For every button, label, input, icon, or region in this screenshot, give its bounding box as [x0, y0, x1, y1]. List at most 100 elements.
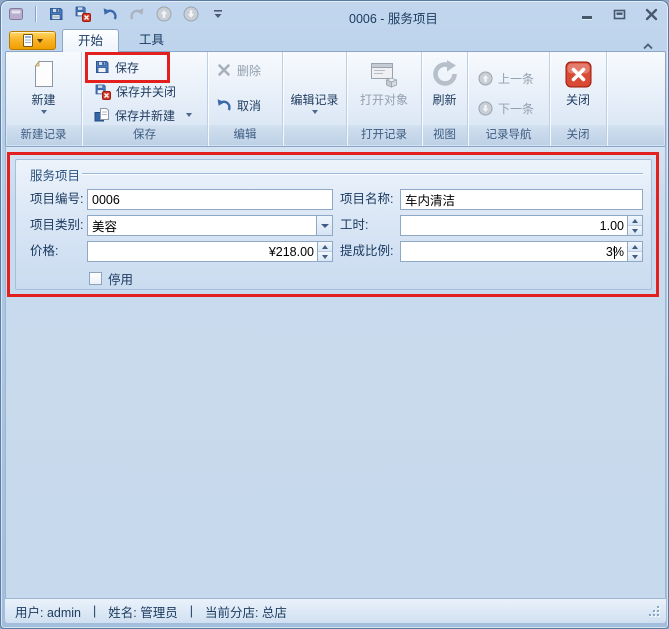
chevron-down-icon — [186, 113, 192, 117]
status-bar: 用户: admin | 姓名: 管理员 | 当前分店: 总店 — [5, 598, 666, 623]
down-circle-icon — [478, 101, 493, 116]
spin-up-icon — [632, 219, 638, 223]
delete-button-label: 删除 — [237, 62, 261, 79]
item-name-input[interactable] — [401, 190, 642, 209]
ribbon: 新建 新建记录 保存 保存并关闭 保存并新建 — [5, 51, 666, 147]
group-label-new-record: 新建记录 — [6, 127, 81, 144]
hours-input[interactable] — [401, 216, 627, 235]
tab-start[interactable]: 开始 — [62, 29, 119, 52]
category-dropdown-button[interactable] — [316, 216, 332, 235]
ribbon-group-new-record: 新建 新建记录 — [6, 52, 82, 146]
ribbon-group-save: 保存 保存并关闭 保存并新建 保存 — [82, 52, 208, 146]
application-menu-button[interactable] — [9, 31, 56, 50]
group-label-record-navigation: 记录导航 — [468, 127, 549, 144]
status-separator: | — [93, 604, 96, 618]
next-record-button[interactable]: 下一条 — [478, 97, 549, 119]
next-record-label: 下一条 — [498, 100, 534, 117]
group-label-view: 视图 — [422, 127, 467, 144]
save-and-new-button[interactable]: 保存并新建 — [94, 104, 207, 126]
status-separator: | — [190, 604, 193, 618]
quick-access-toolbar — [7, 5, 226, 22]
open-object-icon — [369, 55, 399, 93]
new-page-icon — [30, 55, 58, 93]
group-label-edit: 编辑 — [208, 127, 282, 144]
price-label: 价格: — [30, 241, 58, 262]
ribbon-group-edit-record: 编辑记录 — [283, 52, 347, 146]
undo-icon — [216, 97, 232, 113]
edit-record-button[interactable]: 编辑记录 — [283, 52, 346, 126]
category-combobox[interactable] — [88, 216, 316, 235]
app-icon — [7, 5, 24, 22]
group-label-close: 关闭 — [550, 127, 606, 144]
group-label-open-record: 打开记录 — [347, 127, 421, 144]
item-code-label: 项目编号: — [30, 189, 83, 210]
open-object-button[interactable]: 打开对象 — [347, 52, 421, 126]
form-glyph-icon — [23, 34, 33, 47]
delete-button[interactable]: 删除 — [216, 59, 282, 81]
disable-checkbox-label: 停用 — [108, 269, 133, 288]
save-new-icon — [94, 107, 110, 123]
previous-record-button[interactable]: 上一条 — [478, 67, 549, 89]
price-spin-down-button[interactable] — [318, 252, 332, 261]
restore-icon[interactable] — [612, 8, 626, 21]
edit-record-button-label: 编辑记录 — [290, 93, 338, 108]
new-button[interactable]: 新建 — [6, 52, 81, 126]
commission-input[interactable] — [401, 242, 627, 261]
save-icon — [94, 59, 110, 75]
qat-customize-icon[interactable] — [209, 5, 226, 22]
ribbon-group-open-record: 打开对象 打开记录 — [347, 52, 422, 146]
chevron-down-icon — [321, 224, 329, 228]
chevron-down-icon — [312, 110, 318, 114]
new-button-label: 新建 — [31, 93, 55, 108]
save-button-label: 保存 — [115, 59, 139, 76]
status-name: 姓名: 管理员 — [108, 602, 177, 621]
item-code-input[interactable] — [88, 190, 332, 209]
previous-record-label: 上一条 — [498, 70, 534, 87]
spin-up-icon — [632, 245, 638, 249]
commission-spin-down-button[interactable] — [628, 252, 642, 261]
ribbon-group-record-navigation: 上一条 下一条 记录导航 — [468, 52, 550, 146]
cancel-button[interactable]: 取消 — [216, 94, 282, 116]
category-label: 项目类别: — [30, 215, 83, 236]
close-form-button[interactable]: 关闭 — [550, 52, 606, 126]
close-red-icon — [565, 55, 592, 93]
spin-down-icon — [632, 229, 638, 233]
ribbon-group-edit: 删除 取消 编辑 — [208, 52, 283, 146]
resize-grip[interactable] — [648, 605, 661, 618]
ribbon-filler — [607, 52, 665, 146]
close-icon[interactable] — [644, 8, 658, 21]
group-label-save: 保存 — [82, 127, 207, 144]
save-and-close-button[interactable]: 保存并关闭 — [94, 80, 207, 102]
spin-up-icon — [322, 245, 328, 249]
open-object-button-label: 打开对象 — [360, 93, 408, 108]
save-button[interactable]: 保存 — [94, 56, 207, 78]
undo-icon[interactable] — [101, 5, 118, 22]
save-close-icon[interactable] — [74, 5, 91, 22]
ribbon-group-close: 关闭 关闭 — [550, 52, 607, 146]
hours-spin-down-button[interactable] — [628, 226, 642, 235]
window-title: 0006 - 服务项目 — [349, 8, 438, 27]
ribbon-group-view: 刷新 视图 — [422, 52, 468, 146]
save-close-icon — [94, 83, 111, 100]
redo-icon[interactable] — [128, 5, 145, 22]
chevron-down-icon — [37, 39, 43, 43]
next-record-icon[interactable] — [182, 5, 199, 22]
save-and-close-button-label: 保存并关闭 — [116, 83, 176, 100]
app-window: 0006 - 服务项目 开始 工具 — [0, 0, 669, 629]
refresh-button-label: 刷新 — [432, 93, 456, 108]
previous-record-icon[interactable] — [155, 5, 172, 22]
disable-checkbox[interactable] — [89, 272, 102, 285]
price-input[interactable] — [88, 242, 317, 261]
commission-spin-up-button[interactable] — [628, 242, 642, 252]
ribbon-tab-row: 开始 工具 — [1, 29, 669, 52]
hours-label: 工时: — [340, 215, 368, 236]
status-user: 用户: admin — [15, 602, 81, 621]
hours-spin-up-button[interactable] — [628, 216, 642, 226]
price-spin-up-button[interactable] — [318, 242, 332, 252]
save-icon[interactable] — [47, 5, 64, 22]
chevron-down-icon — [41, 110, 47, 114]
minimize-icon[interactable] — [580, 8, 594, 21]
refresh-button[interactable]: 刷新 — [422, 52, 467, 126]
spin-down-icon — [322, 255, 328, 259]
tab-tools[interactable]: 工具 — [123, 29, 180, 52]
